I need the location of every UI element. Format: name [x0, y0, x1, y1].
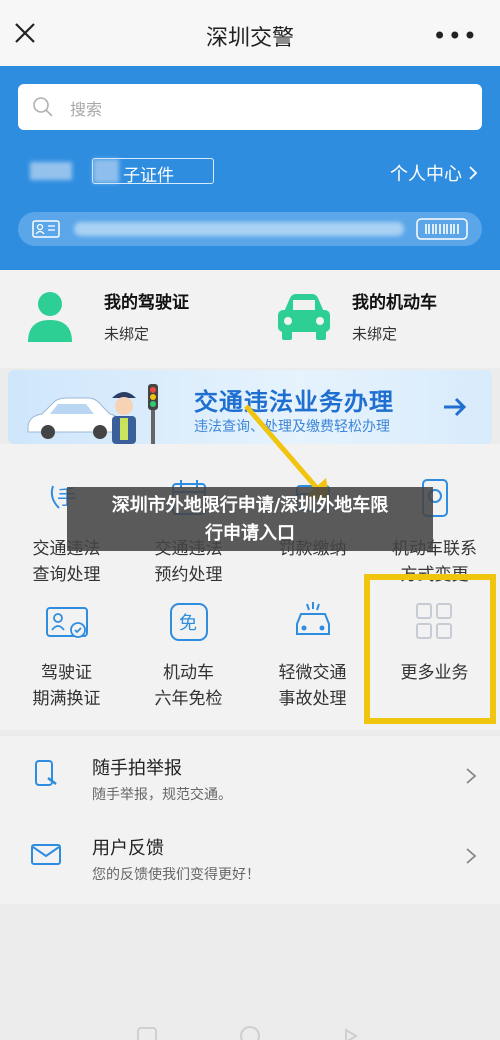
doc-tag[interactable]: 子证件 — [92, 158, 214, 186]
arrow-right-icon — [444, 397, 467, 417]
license-section: 我的驾驶证 未绑定 我的机动车 未绑定 — [0, 270, 500, 368]
more-dots-icon[interactable]: ••• — [433, 22, 478, 50]
blurred-id-number — [74, 222, 404, 236]
search-icon — [33, 97, 53, 117]
traffic-violation-banner[interactable]: 交通违法业务办理 违法查询、处理及缴费轻松办理 — [8, 370, 492, 444]
caption-line-2: 行申请入口 — [205, 523, 295, 544]
service-six-year-exempt[interactable]: 免 机动车 六年免检 — [126, 600, 251, 712]
caption-line-1: 深圳市外地限行申请/深圳外地车限 — [111, 495, 389, 516]
highlight-box — [364, 574, 496, 724]
chevron-right-icon — [469, 166, 478, 180]
list-item-report[interactable]: 随手拍举报 随手举报，规范交通。 — [0, 736, 500, 816]
doc-label: 子证件 — [123, 166, 174, 186]
list-item-feedback[interactable]: 用户反馈 您的反馈使我们变得更好！ — [0, 816, 500, 896]
id-card-bar[interactable] — [18, 212, 482, 246]
service-minor-accident[interactable]: 轻微交通 事故处理 — [250, 600, 375, 712]
chevron-right-icon — [466, 768, 477, 784]
search-bar[interactable]: 搜索 — [18, 84, 482, 130]
page-title: 深圳交警 — [205, 26, 294, 51]
blurred-name — [30, 162, 72, 180]
my-driver-license[interactable]: 我的驾驶证 未绑定 — [28, 288, 189, 344]
system-nav-bar — [137, 1026, 358, 1040]
search-input[interactable]: 搜索 — [70, 96, 102, 120]
user-icon — [28, 292, 72, 342]
mail-icon — [31, 844, 61, 865]
police-illustration — [112, 384, 158, 444]
banner-title: 交通违法业务办理 — [194, 388, 394, 416]
personal-center-link[interactable]: 个人中心 — [390, 160, 478, 186]
svg-text:免: 免 — [179, 613, 197, 634]
back-icon — [345, 1028, 358, 1040]
caption-overlay: 深圳市外地限行申请/深圳外地车限 行申请入口 — [67, 487, 433, 551]
my-vehicle[interactable]: 我的机动车 未绑定 — [276, 288, 437, 344]
accident-icon — [295, 602, 330, 635]
service-license-renewal[interactable]: 驾驶证 期满换证 — [4, 600, 129, 712]
id-card-icon — [32, 220, 60, 238]
exempt-icon: 免 — [169, 603, 208, 641]
car-icon — [278, 294, 330, 340]
action-list: 随手拍举报 随手举报，规范交通。 用户反馈 您的反馈使我们变得更好！ — [0, 736, 500, 904]
banner-subtitle: 违法查询、处理及缴费轻松办理 — [194, 419, 390, 435]
report-icon — [35, 760, 57, 786]
home-icon — [240, 1026, 260, 1040]
license-card-icon — [45, 607, 88, 638]
recent-apps-icon — [137, 1027, 157, 1040]
barcode-icon[interactable] — [416, 218, 468, 240]
chevron-right-icon — [466, 848, 477, 864]
top-bar: 深圳交警 ••• — [0, 0, 500, 66]
header-panel: 搜索 子证件 个人中心 — [0, 66, 500, 270]
